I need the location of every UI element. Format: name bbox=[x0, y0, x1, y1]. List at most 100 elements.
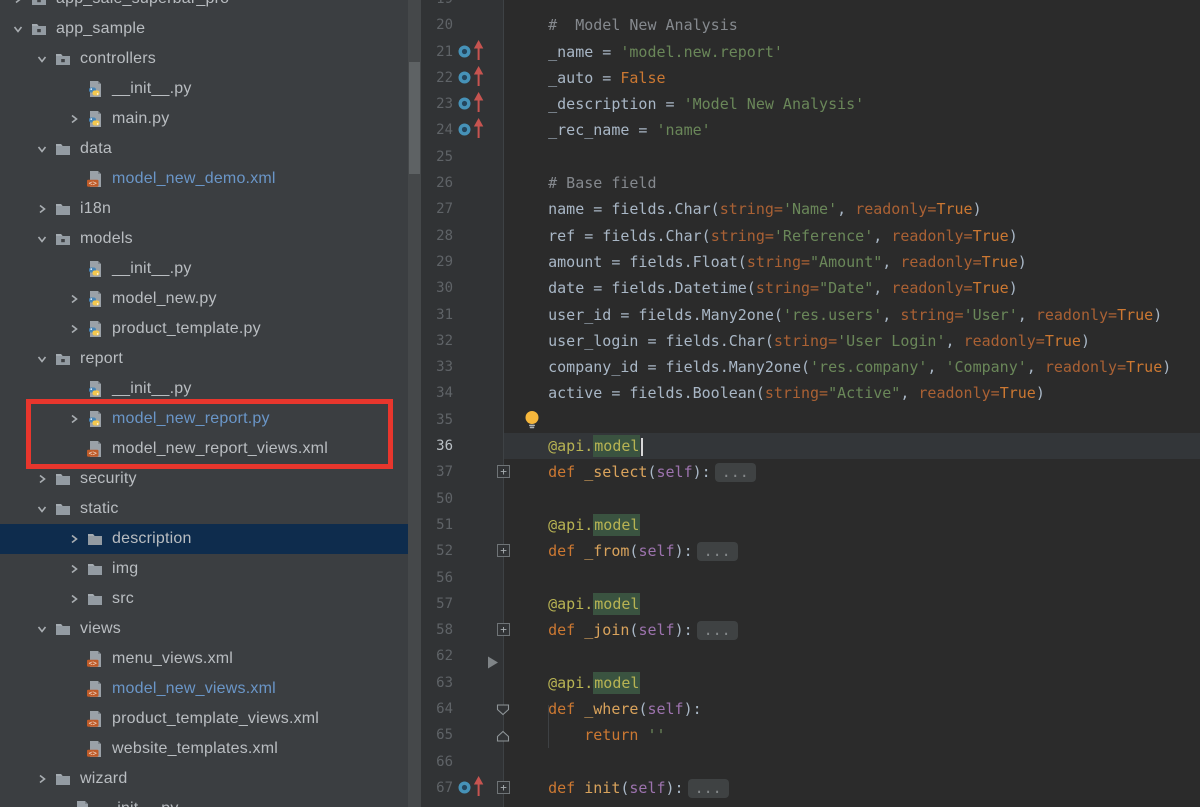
chevron-expanded-icon[interactable] bbox=[32, 344, 52, 374]
tree-item-model-new-py[interactable]: model_new.py bbox=[0, 284, 421, 314]
code-line-24[interactable]: 24 _rec_name = 'name' bbox=[421, 117, 1200, 143]
code-line-63[interactable]: 63 @api.model bbox=[421, 670, 1200, 696]
code-line-22[interactable]: 22 _auto = False bbox=[421, 65, 1200, 91]
fold-expand-icon[interactable]: + bbox=[497, 544, 510, 557]
code-editor[interactable]: 1920 # Model New Analysis21 _name = 'mod… bbox=[421, 0, 1200, 807]
code-token: readonly= bbox=[891, 227, 972, 245]
tree-item-views[interactable]: views bbox=[0, 614, 421, 644]
code-line-56[interactable]: 56 bbox=[421, 565, 1200, 591]
tree-item-model-new-demo-xml[interactable]: <>model_new_demo.xml bbox=[0, 164, 421, 194]
tree-item-controllers[interactable]: controllers bbox=[0, 44, 421, 74]
code-line-35[interactable]: 35 bbox=[421, 407, 1200, 433]
tree-item-label: src bbox=[112, 590, 134, 608]
code-line-66[interactable]: 66 bbox=[421, 749, 1200, 775]
tree-item-app-sale-superbar-pro[interactable]: app_sale_superbar_pro bbox=[0, 0, 421, 14]
folder-icon bbox=[54, 201, 72, 217]
code-line-19[interactable]: 19 bbox=[421, 0, 1200, 12]
chevron-collapsed-icon[interactable] bbox=[32, 764, 52, 794]
tree-item-img[interactable]: img bbox=[0, 554, 421, 584]
chevron-collapsed-icon[interactable] bbox=[32, 194, 52, 224]
tree-item-wizard[interactable]: wizard bbox=[0, 764, 421, 794]
chevron-collapsed-icon[interactable] bbox=[64, 284, 84, 314]
chevron-expanded-icon[interactable] bbox=[32, 134, 52, 164]
chevron-collapsed-icon[interactable] bbox=[64, 104, 84, 134]
tree-scrollbar-thumb[interactable] bbox=[409, 62, 420, 174]
code-area[interactable]: 1920 # Model New Analysis21 _name = 'mod… bbox=[421, 0, 1200, 801]
intention-bulb-icon[interactable] bbox=[524, 410, 540, 434]
tree-item-src[interactable]: src bbox=[0, 584, 421, 614]
code-line-27[interactable]: 27 name = fields.Char(string='Name', rea… bbox=[421, 196, 1200, 222]
tree-item-report[interactable]: report bbox=[0, 344, 421, 374]
override-marker-icon[interactable] bbox=[458, 97, 484, 114]
code-text: def init(self):... bbox=[512, 775, 1200, 801]
tree-item-model-new-views-xml[interactable]: <>model_new_views.xml bbox=[0, 674, 421, 704]
tree-item-models[interactable]: models bbox=[0, 224, 421, 254]
code-line-28[interactable]: 28 ref = fields.Char(string='Reference',… bbox=[421, 223, 1200, 249]
code-line-33[interactable]: 33 company_id = fields.Many2one('res.com… bbox=[421, 354, 1200, 380]
code-line-21[interactable]: 21 _name = 'model.new.report' bbox=[421, 39, 1200, 65]
code-line-50[interactable]: 50 bbox=[421, 486, 1200, 512]
override-marker-icon[interactable] bbox=[458, 45, 484, 62]
code-line-23[interactable]: 23 _description = 'Model New Analysis' bbox=[421, 91, 1200, 117]
tree-item-init-py[interactable]: __init__.py bbox=[0, 794, 421, 807]
code-line-58[interactable]: 58+ def _join(self):... bbox=[421, 617, 1200, 643]
code-line-51[interactable]: 51 @api.model bbox=[421, 512, 1200, 538]
code-line-32[interactable]: 32 user_login = fields.Char(string='User… bbox=[421, 328, 1200, 354]
folded-code-placeholder[interactable]: ... bbox=[697, 621, 738, 640]
tree-item-main-py[interactable]: main.py bbox=[0, 104, 421, 134]
chevron-collapsed-icon[interactable] bbox=[64, 524, 84, 554]
tree-item-data[interactable]: data bbox=[0, 134, 421, 164]
fold-expand-icon[interactable]: + bbox=[497, 465, 510, 478]
tree-item-app-sample[interactable]: app_sample bbox=[0, 14, 421, 44]
code-line-29[interactable]: 29 amount = fields.Float(string="Amount"… bbox=[421, 249, 1200, 275]
code-line-67[interactable]: 67+ def init(self):... bbox=[421, 775, 1200, 801]
code-line-57[interactable]: 57 @api.model bbox=[421, 591, 1200, 617]
chevron-expanded-icon[interactable] bbox=[32, 224, 52, 254]
fold-open-top-icon[interactable] bbox=[496, 703, 510, 721]
code-line-64[interactable]: 64 def _where(self): bbox=[421, 696, 1200, 722]
code-token: 'Reference' bbox=[774, 227, 873, 245]
code-line-36[interactable]: 36 @api.model bbox=[421, 433, 1200, 459]
code-token: # Base field bbox=[512, 174, 657, 192]
chevron-expanded-icon[interactable] bbox=[8, 14, 28, 44]
fold-open-bottom-icon[interactable] bbox=[496, 729, 510, 747]
tree-item-description[interactable]: description bbox=[0, 524, 421, 554]
tree-indent bbox=[0, 149, 32, 150]
code-line-65[interactable]: 65 return '' bbox=[421, 722, 1200, 748]
fold-expand-icon[interactable]: + bbox=[497, 623, 510, 636]
tree-item-i18n[interactable]: i18n bbox=[0, 194, 421, 224]
folded-code-placeholder[interactable]: ... bbox=[697, 542, 738, 561]
code-line-20[interactable]: 20 # Model New Analysis bbox=[421, 12, 1200, 38]
folded-code-placeholder[interactable]: ... bbox=[688, 779, 729, 798]
line-number: 31 bbox=[421, 302, 453, 328]
code-line-25[interactable]: 25 bbox=[421, 144, 1200, 170]
chevron-collapsed-icon[interactable] bbox=[64, 584, 84, 614]
tree-item-menu-views-xml[interactable]: <>menu_views.xml bbox=[0, 644, 421, 674]
chevron-collapsed-icon[interactable] bbox=[64, 554, 84, 584]
code-line-62[interactable]: 62 bbox=[421, 643, 1200, 669]
tree-item-product-template-views-xml[interactable]: <>product_template_views.xml bbox=[0, 704, 421, 734]
override-marker-icon[interactable] bbox=[458, 71, 484, 88]
fold-expand-icon[interactable]: + bbox=[497, 781, 510, 794]
tree-item-static[interactable]: static bbox=[0, 494, 421, 524]
chevron-expanded-icon[interactable] bbox=[32, 494, 52, 524]
tree-item-init-py[interactable]: __init__.py bbox=[0, 254, 421, 284]
tree-item-website-templates-xml[interactable]: <>website_templates.xml bbox=[0, 734, 421, 764]
code-line-31[interactable]: 31 user_id = fields.Many2one('res.users'… bbox=[421, 302, 1200, 328]
chevron-collapsed-icon[interactable] bbox=[64, 314, 84, 344]
code-line-37[interactable]: 37+ def _select(self):... bbox=[421, 459, 1200, 485]
override-marker-icon[interactable] bbox=[458, 123, 484, 140]
override-marker-icon[interactable] bbox=[458, 781, 484, 798]
chevron-collapsed-icon[interactable] bbox=[8, 0, 28, 14]
chevron-expanded-icon[interactable] bbox=[32, 44, 52, 74]
code-line-26[interactable]: 26 # Base field bbox=[421, 170, 1200, 196]
code-line-34[interactable]: 34 active = fields.Boolean(string="Activ… bbox=[421, 380, 1200, 406]
tree-item-init-py[interactable]: __init__.py bbox=[0, 74, 421, 104]
code-line-30[interactable]: 30 date = fields.Datetime(string="Date",… bbox=[421, 275, 1200, 301]
line-number: 66 bbox=[421, 749, 453, 775]
line-number: 19 bbox=[421, 0, 453, 12]
chevron-expanded-icon[interactable] bbox=[32, 614, 52, 644]
folded-code-placeholder[interactable]: ... bbox=[715, 463, 756, 482]
tree-item-product-template-py[interactable]: product_template.py bbox=[0, 314, 421, 344]
code-line-52[interactable]: 52+ def _from(self):... bbox=[421, 538, 1200, 564]
